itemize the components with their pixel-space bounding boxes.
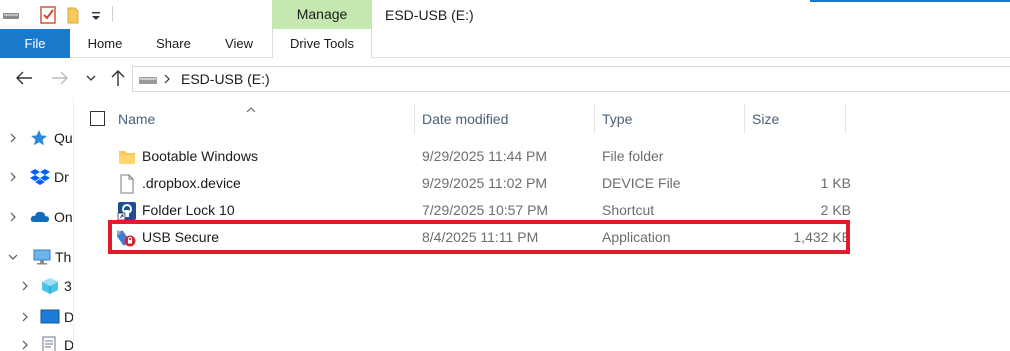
star-icon	[30, 129, 48, 147]
nav-label: On	[54, 209, 73, 225]
column-header-size[interactable]: Size	[745, 104, 845, 134]
properties-checkmark-icon[interactable]	[38, 4, 58, 26]
nav-label: Dr	[54, 169, 69, 185]
file-row[interactable]: Bootable Windows 9/29/2025 11:44 PM File…	[111, 143, 851, 170]
file-date-modified: 9/29/2025 11:02 PM	[422, 175, 548, 191]
ribbon-tabs: File Home Share View Drive Tools	[0, 29, 1010, 58]
expand-chevron-icon[interactable]	[18, 273, 32, 299]
expand-chevron-icon[interactable]	[18, 304, 32, 330]
title-bar: Manage ESD-USB (E:)	[0, 0, 1010, 29]
tab-home[interactable]: Home	[78, 29, 132, 58]
nav-item-onedrive[interactable]: On	[0, 204, 73, 230]
usb-drive-icon	[138, 71, 160, 90]
nav-label: Qu	[54, 130, 73, 146]
nav-item-documents[interactable]: D	[0, 332, 74, 351]
file-type: File folder	[602, 148, 664, 164]
select-all-checkbox[interactable]	[90, 111, 105, 126]
nav-item-this-pc[interactable]: Th	[0, 244, 73, 270]
documents-icon	[40, 336, 58, 351]
column-header-type[interactable]: Type	[595, 104, 744, 134]
breadcrumb-chevron-icon[interactable]	[163, 67, 171, 91]
highlight-annotation	[108, 220, 850, 254]
new-folder-icon[interactable]	[66, 4, 82, 26]
nav-item-quick-access[interactable]: Qu	[0, 125, 73, 151]
nav-label: D	[64, 337, 74, 351]
dropbox-icon	[30, 168, 50, 186]
collapse-chevron-icon[interactable]	[6, 244, 20, 270]
file-name: Bootable Windows	[142, 148, 258, 164]
expand-chevron-icon[interactable]	[6, 204, 20, 230]
file-size: 1 KB	[820, 175, 851, 191]
tab-share[interactable]: Share	[145, 29, 202, 58]
nav-item-desktop[interactable]: D	[0, 304, 74, 330]
file-row[interactable]: .dropbox.device 9/29/2025 11:02 PM DEVIC…	[111, 170, 851, 197]
file-icon	[117, 174, 137, 194]
up-arrow-icon[interactable]	[106, 66, 130, 90]
file-type: DEVICE File	[602, 175, 681, 191]
column-divider[interactable]	[845, 104, 846, 134]
nav-label: Th	[55, 249, 72, 265]
column-header-name[interactable]: Name	[111, 104, 414, 134]
file-list: Name Date modified Type Size Bootable Wi…	[75, 98, 1010, 351]
onedrive-cloud-icon	[30, 208, 49, 226]
this-pc-icon	[32, 248, 51, 266]
tab-file[interactable]: File	[0, 29, 70, 58]
nav-label: 3	[64, 278, 72, 294]
file-name: .dropbox.device	[142, 175, 241, 191]
recent-locations-chevron-icon[interactable]	[82, 66, 100, 90]
drive-icon[interactable]	[2, 4, 22, 26]
back-arrow-icon[interactable]	[12, 66, 36, 90]
file-date-modified: 9/29/2025 11:44 PM	[422, 148, 548, 164]
navigation-bar: ESD-USB (E:)	[0, 58, 1010, 98]
nav-label: D	[64, 309, 74, 325]
folder-lock-shortcut-icon	[117, 201, 137, 221]
column-header-row: Name Date modified Type Size	[75, 104, 1010, 134]
expand-chevron-icon[interactable]	[6, 125, 20, 151]
desktop-icon	[40, 308, 60, 326]
3d-objects-icon	[40, 277, 58, 295]
breadcrumb-path[interactable]: ESD-USB (E:)	[181, 67, 270, 91]
expand-chevron-icon[interactable]	[18, 332, 32, 351]
column-header-date-modified[interactable]: Date modified	[415, 104, 594, 134]
window-title: ESD-USB (E:)	[385, 7, 474, 23]
tab-drive-tools[interactable]: Drive Tools	[272, 29, 372, 58]
tab-view[interactable]: View	[214, 29, 264, 58]
forward-arrow-icon[interactable]	[48, 66, 72, 90]
customize-dropdown-icon[interactable]	[89, 4, 103, 26]
tab-manage[interactable]: Manage	[272, 0, 372, 29]
nav-item-dropbox[interactable]: Dr	[0, 164, 73, 190]
toolbar-separator	[112, 6, 113, 22]
window-accent-line	[810, 0, 1010, 2]
nav-item-3d-objects[interactable]: 3	[0, 273, 73, 299]
navigation-pane: Qu Dr On Th 3 D D	[0, 98, 74, 351]
address-bar[interactable]: ESD-USB (E:)	[132, 66, 1010, 92]
expand-chevron-icon[interactable]	[6, 164, 20, 190]
folder-icon	[117, 147, 137, 167]
